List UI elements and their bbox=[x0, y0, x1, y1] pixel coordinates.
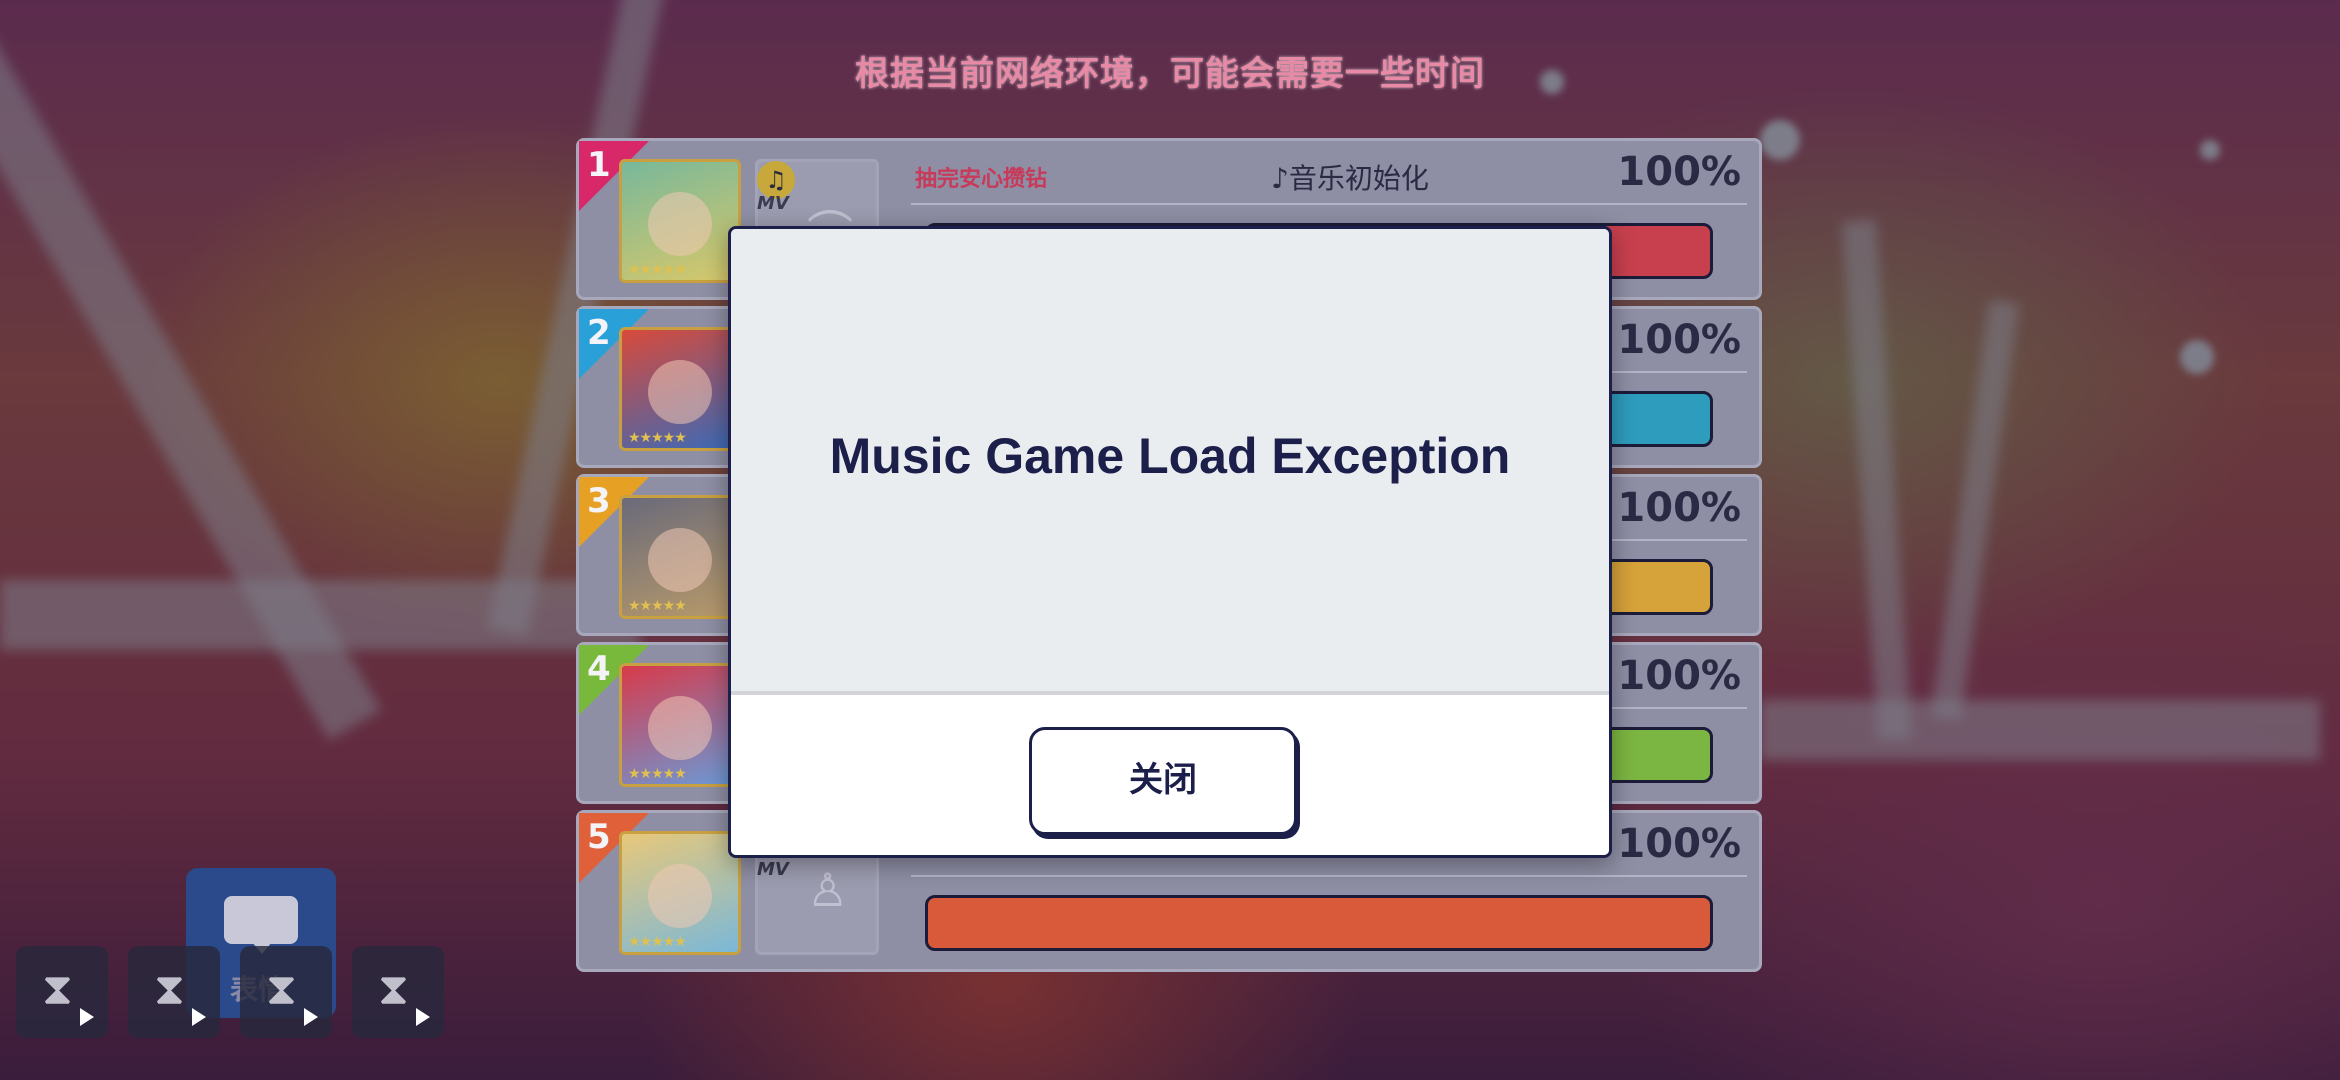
error-dialog: Music Game Load Exception 关闭 bbox=[728, 226, 1612, 858]
rank-number: 3 bbox=[587, 481, 611, 521]
music-init-label: ♪音乐初始化 bbox=[1271, 162, 1429, 195]
suit-icon: ♙ bbox=[807, 863, 849, 917]
progress-bar bbox=[925, 895, 1713, 951]
speech-bubble-icon bbox=[224, 896, 298, 954]
loading-message: 根据当前网络环境，可能会需要一些时间 bbox=[855, 54, 1485, 94]
progress-percent: 100% bbox=[1617, 653, 1741, 699]
mv-label: MV bbox=[757, 193, 789, 214]
rarity-stars: ★★★★★ bbox=[628, 598, 687, 614]
emote-slot-1[interactable]: ⧗ bbox=[16, 946, 108, 1038]
character-face bbox=[648, 360, 712, 424]
rank-number: 1 bbox=[587, 145, 611, 185]
rarity-stars: ★★★★★ bbox=[628, 934, 687, 950]
progress-percent: 100% bbox=[1617, 317, 1741, 363]
character-face bbox=[648, 696, 712, 760]
member-card-image: ★★★★★ bbox=[619, 831, 741, 955]
emote-slot-2[interactable]: ⧗ bbox=[128, 946, 220, 1038]
play-icon bbox=[80, 1008, 94, 1026]
progress-percent: 100% bbox=[1617, 485, 1741, 531]
user-name: 抽完安心攒钻 bbox=[915, 167, 1048, 192]
emote-slot-3[interactable]: ⧗ bbox=[240, 946, 332, 1038]
rank-number: 4 bbox=[587, 649, 611, 689]
dialog-footer: 关闭 bbox=[731, 695, 1609, 855]
hourglass-icon: ⧗ bbox=[154, 964, 185, 1015]
dialog-title: Music Game Load Exception bbox=[829, 428, 1511, 484]
play-icon bbox=[416, 1008, 430, 1026]
hourglass-icon: ⧗ bbox=[266, 964, 297, 1015]
character-face bbox=[648, 192, 712, 256]
play-icon bbox=[192, 1008, 206, 1026]
close-button[interactable]: 关闭 bbox=[1029, 727, 1297, 835]
member-card-image: ★★★★★ bbox=[619, 495, 741, 619]
member-card-image: ★★★★★ bbox=[619, 663, 741, 787]
hourglass-icon: ⧗ bbox=[378, 964, 409, 1015]
divider bbox=[911, 875, 1747, 877]
divider bbox=[911, 203, 1747, 205]
emote-slot-4[interactable]: ⧗ bbox=[352, 946, 444, 1038]
rank-number: 2 bbox=[587, 313, 611, 353]
progress-percent: 100% bbox=[1617, 149, 1741, 195]
rarity-stars: ★★★★★ bbox=[628, 766, 687, 782]
rarity-stars: ★★★★★ bbox=[628, 262, 687, 278]
progress-percent: 100% bbox=[1617, 821, 1741, 867]
hourglass-icon: ⧗ bbox=[42, 964, 73, 1015]
rank-number: 5 bbox=[587, 817, 611, 857]
character-face bbox=[648, 864, 712, 928]
member-card-image: ★★★★★ bbox=[619, 327, 741, 451]
rarity-stars: ★★★★★ bbox=[628, 430, 687, 446]
mv-label: MV bbox=[757, 859, 789, 880]
play-icon bbox=[304, 1008, 318, 1026]
member-card-image: ★★★★★ bbox=[619, 159, 741, 283]
character-face bbox=[648, 528, 712, 592]
